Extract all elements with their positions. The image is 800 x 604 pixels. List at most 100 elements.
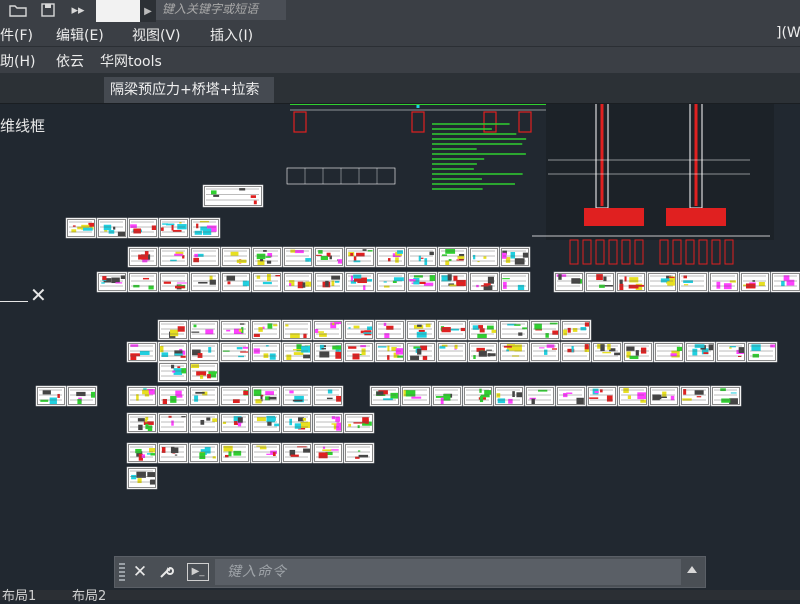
drawing-sheet <box>677 271 709 293</box>
drawing-detail <box>619 279 623 285</box>
drawing-detail <box>624 276 627 282</box>
file-tab[interactable]: 隔梁预应力+桥塔+拉索 <box>104 77 274 103</box>
layout-tab-1[interactable]: 布局1 <box>2 590 36 604</box>
drawing-detail <box>194 395 199 402</box>
drawing-sheet <box>126 466 158 490</box>
drawing-detail <box>137 418 145 422</box>
drawing-sheet-border <box>67 219 95 237</box>
drawing-detail <box>298 417 304 422</box>
drawing-detail <box>182 255 185 259</box>
drawing-detail <box>367 326 372 331</box>
double-arrow-icon[interactable]: ▸▸ <box>66 0 90 20</box>
drawing-detail <box>268 417 276 421</box>
drawing-detail <box>213 194 220 197</box>
pile <box>621 239 631 265</box>
drawing-detail <box>256 417 266 422</box>
drawing-detail <box>333 423 338 430</box>
command-line-grip[interactable] <box>119 563 125 581</box>
menu-huawang-tools[interactable]: 华网tools <box>100 51 162 71</box>
drawing-sheet-border <box>222 248 250 266</box>
drawing-detail <box>319 333 327 337</box>
visual-style-label[interactable]: 维线框 <box>0 115 45 136</box>
drawing-detail <box>89 225 94 230</box>
drawing-detail <box>209 279 216 285</box>
command-input[interactable]: 键入命令 <box>215 559 681 585</box>
drawing-sheet-border <box>531 321 559 339</box>
drawing-sheet <box>157 385 189 407</box>
drawing-sheet <box>251 271 283 293</box>
drawing-detail <box>329 255 332 260</box>
menu-window[interactable]: ](W <box>776 25 800 41</box>
drawing-detail <box>392 253 401 258</box>
menu-edit[interactable]: 编辑(E) <box>56 25 104 45</box>
drawing-sheet-border <box>376 321 404 339</box>
drawing-sheet <box>220 271 252 293</box>
drawing-detail <box>191 331 200 333</box>
drawing-detail <box>265 396 271 401</box>
pile <box>634 239 644 265</box>
drawing-detail <box>174 353 183 356</box>
triangle-up-icon[interactable] <box>687 566 697 573</box>
drawing-detail <box>551 348 558 350</box>
drawing-detail <box>162 223 169 225</box>
drawing-detail <box>589 397 599 399</box>
command-prompt-icon[interactable]: ▶_ <box>187 563 209 581</box>
drawing-detail <box>336 425 341 431</box>
drawing-detail <box>420 345 428 351</box>
drawing-detail <box>497 398 506 404</box>
expand-chevron-icon[interactable]: ▶ <box>140 0 156 22</box>
drawing-detail <box>440 397 444 404</box>
drawing-detail <box>636 284 644 287</box>
drawing-detail <box>362 417 369 424</box>
drawing-detail <box>236 347 243 350</box>
drawing-detail <box>409 279 416 282</box>
drawing-sheet-border <box>129 248 157 266</box>
drawing-detail <box>237 417 243 423</box>
drawing-sheet <box>529 319 561 341</box>
drawing-sheet-border <box>314 414 342 432</box>
drawing-detail <box>101 282 105 284</box>
drawing-sheet <box>281 319 313 341</box>
drawing-sheet <box>648 385 680 407</box>
drawing-detail <box>260 394 263 402</box>
drawing-sheet <box>202 184 264 208</box>
drawing-detail <box>478 397 486 400</box>
quick-access-toolbar: ▸▸ ▶ 键入关键字或短语 <box>0 0 800 22</box>
drawing-detail <box>786 279 795 286</box>
drawing-detail <box>535 323 541 327</box>
drawing-detail <box>531 398 535 404</box>
drawing-sheet <box>679 385 711 407</box>
drawing-detail <box>638 395 641 399</box>
drawing-detail <box>516 392 522 398</box>
menu-yiyun[interactable]: 依云 <box>56 51 84 71</box>
search-input[interactable]: 键入关键字或短语 <box>156 0 286 20</box>
drawing-detail <box>417 348 422 355</box>
drawing-detail <box>151 225 156 231</box>
drawing-detail <box>387 355 390 360</box>
drawing-detail <box>353 325 360 329</box>
drawing-detail <box>447 274 452 281</box>
pile <box>569 239 579 265</box>
menu-insert[interactable]: 插入(I) <box>210 25 253 45</box>
drawing-detail <box>552 330 558 335</box>
drawing-sheet <box>615 271 647 293</box>
menu-view[interactable]: 视图(V) <box>132 25 181 45</box>
drawing-detail <box>503 345 512 348</box>
folder-open-icon[interactable] <box>6 0 30 20</box>
menu-help[interactable]: 助(H) <box>0 51 35 71</box>
close-icon[interactable]: ✕ <box>129 561 151 583</box>
drawing-sheet <box>35 385 67 407</box>
drawing-sheet-border <box>464 387 492 405</box>
drawing-sheet-border <box>160 219 188 237</box>
layout-tab-2[interactable]: 布局2 <box>72 590 106 604</box>
save-icon[interactable] <box>36 0 60 20</box>
drawing-detail <box>163 281 171 284</box>
drawing-detail <box>445 249 456 254</box>
drawing-sheet-border <box>407 343 435 361</box>
pile <box>685 239 695 265</box>
wrench-icon[interactable] <box>155 561 177 583</box>
drawing-detail <box>337 259 342 264</box>
drawing-detail <box>441 275 451 282</box>
menu-file[interactable]: 件(F) <box>0 25 33 45</box>
drawing-detail <box>602 352 612 354</box>
